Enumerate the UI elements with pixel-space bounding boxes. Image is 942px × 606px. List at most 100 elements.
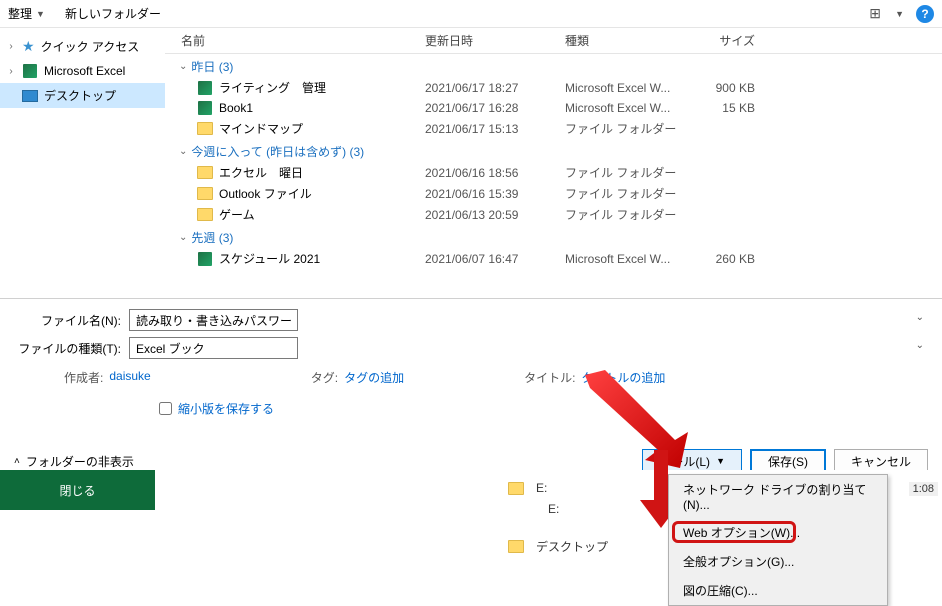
filename-label: ファイル名(N):: [14, 312, 129, 329]
organize-label: 整理: [8, 5, 32, 22]
help-icon[interactable]: ?: [916, 5, 934, 23]
menu-item-compress-pictures[interactable]: 図の圧縮(C)...: [669, 576, 887, 605]
close-panel[interactable]: 閉じる: [0, 470, 155, 510]
excel-icon: [197, 251, 213, 267]
folder-icon: [197, 186, 213, 202]
sidebar-item-excel[interactable]: › Microsoft Excel: [0, 59, 165, 83]
author-value[interactable]: daisuke: [109, 369, 150, 386]
chevron-down-icon: ▼: [716, 456, 725, 466]
excel-icon: [197, 80, 213, 96]
file-date: 2021/06/17 15:13: [425, 122, 565, 136]
file-name: ゲーム: [219, 206, 255, 223]
file-name: スケジュール 2021: [219, 250, 320, 267]
hide-folders-toggle[interactable]: ˄ フォルダーの非表示: [14, 453, 134, 470]
chevron-right-icon: ›: [6, 41, 16, 52]
thumbnail-checkbox-input[interactable]: [159, 402, 172, 415]
sidebar-item-quick-access[interactable]: › ★ クイック アクセス: [0, 34, 165, 59]
file-date: 2021/06/07 16:47: [425, 252, 565, 266]
file-group-header[interactable]: ⌄ 今週に入って (昨日は含めず) (3): [165, 139, 942, 162]
column-date[interactable]: 更新日時: [425, 32, 565, 49]
chevron-right-icon: ›: [6, 66, 16, 77]
new-folder-label: 新しいフォルダー: [65, 5, 161, 22]
chevron-down-icon: ▼: [36, 9, 45, 19]
tools-label: ツール(L): [659, 453, 710, 470]
file-type: ファイル フォルダー: [565, 206, 695, 223]
new-folder-button[interactable]: 新しいフォルダー: [65, 5, 161, 22]
group-label: 今週に入って (昨日は含めず) (3): [191, 143, 364, 160]
view-mode-icon[interactable]: [867, 6, 883, 22]
file-name: Book1: [219, 101, 253, 115]
file-row[interactable]: Book1 2021/06/17 16:28Microsoft Excel W..…: [165, 98, 942, 118]
menu-item-general-options[interactable]: 全般オプション(G)...: [669, 547, 887, 576]
file-size: 260 KB: [695, 252, 775, 266]
column-headers[interactable]: 名前 更新日時 種類 サイズ: [165, 28, 942, 54]
column-name[interactable]: 名前: [165, 32, 425, 49]
tools-menu: ネットワーク ドライブの割り当て(N)... Web オプション(W)... 全…: [668, 474, 888, 606]
column-size[interactable]: サイズ: [695, 32, 775, 49]
drive-label: E:: [536, 481, 547, 495]
thumbnail-label: 縮小版を保存する: [178, 400, 274, 417]
file-group-header[interactable]: ⌄ 先週 (3): [165, 225, 942, 248]
sidebar-item-label: Microsoft Excel: [44, 64, 125, 78]
file-size: 15 KB: [695, 101, 775, 115]
title-label: タイトル:: [524, 369, 575, 386]
tag-value[interactable]: タグの追加: [344, 369, 404, 386]
file-name: Outlook ファイル: [219, 185, 312, 202]
author-label: 作成者:: [64, 369, 103, 386]
folder-icon: [508, 539, 524, 555]
organize-button[interactable]: 整理 ▼: [8, 5, 45, 22]
file-size: 900 KB: [695, 81, 775, 95]
filetype-label: ファイルの種類(T):: [14, 340, 129, 357]
chevron-down-icon[interactable]: ▼: [895, 9, 904, 19]
chevron-down-icon: ⌄: [179, 146, 187, 157]
file-row[interactable]: マインドマップ2021/06/17 15:13ファイル フォルダー: [165, 118, 942, 139]
file-type: ファイル フォルダー: [565, 185, 695, 202]
menu-item-web-options[interactable]: Web オプション(W)...: [669, 518, 887, 547]
file-type: ファイル フォルダー: [565, 164, 695, 181]
file-name: マインドマップ: [219, 120, 303, 137]
filetype-select[interactable]: [129, 337, 298, 359]
file-name: ライティング 管理: [219, 79, 326, 96]
group-label: 昨日 (3): [191, 58, 233, 75]
sidebar: › ★ クイック アクセス › Microsoft Excel デスクトップ: [0, 28, 165, 298]
file-name: エクセル 曜日: [219, 164, 303, 181]
file-list[interactable]: 名前 更新日時 種類 サイズ ⌄昨日 (3)ライティング 管理2021/06/1…: [165, 28, 942, 298]
clock-time: 1:08: [909, 482, 938, 496]
dialog-toolbar: 整理 ▼ 新しいフォルダー ▼ ?: [0, 0, 942, 28]
file-type: Microsoft Excel W...: [565, 252, 695, 266]
drive-label: E:: [548, 502, 559, 516]
folder-icon: [197, 121, 213, 137]
excel-icon: [22, 63, 38, 79]
file-date: 2021/06/16 18:56: [425, 166, 565, 180]
column-type[interactable]: 種類: [565, 32, 695, 49]
chevron-down-icon[interactable]: ⌄: [916, 312, 924, 323]
chevron-down-icon: ⌄: [179, 61, 187, 72]
file-type: Microsoft Excel W...: [565, 101, 695, 115]
save-thumbnail-checkbox[interactable]: 縮小版を保存する: [159, 400, 928, 417]
group-label: 先週 (3): [191, 229, 233, 246]
file-row[interactable]: スケジュール 2021 2021/06/07 16:47Microsoft Exc…: [165, 248, 942, 269]
folder-icon: [197, 207, 213, 223]
chevron-up-icon: ˄: [14, 456, 20, 467]
hide-folders-label: フォルダーの非表示: [26, 453, 134, 470]
menu-item-network-drive[interactable]: ネットワーク ドライブの割り当て(N)...: [669, 475, 887, 518]
file-group-header[interactable]: ⌄ 昨日 (3): [165, 54, 942, 77]
tag-label: タグ:: [311, 369, 338, 386]
quick-access-icon: ★: [22, 38, 35, 55]
chevron-down-icon: ⌄: [179, 232, 187, 243]
file-row[interactable]: エクセル 曜日 2021/06/16 18:56ファイル フォルダー: [165, 162, 942, 183]
filename-input[interactable]: [129, 309, 298, 331]
chevron-down-icon[interactable]: ⌄: [916, 340, 924, 351]
folder-icon: [197, 165, 213, 181]
sidebar-item-desktop[interactable]: デスクトップ: [0, 83, 165, 108]
save-fields: ファイル名(N): ⌄ ファイルの種類(T): ⌄ 作成者: daisuke タグ…: [0, 298, 942, 441]
title-value[interactable]: タイトルの追加: [581, 369, 665, 386]
file-type: Microsoft Excel W...: [565, 81, 695, 95]
file-date: 2021/06/17 16:28: [425, 101, 565, 115]
main-pane: › ★ クイック アクセス › Microsoft Excel デスクトップ 名…: [0, 28, 942, 298]
file-row[interactable]: ライティング 管理2021/06/17 18:27Microsoft Excel…: [165, 77, 942, 98]
file-row[interactable]: Outlook ファイル2021/06/16 15:39ファイル フォルダー: [165, 183, 942, 204]
file-row[interactable]: ゲーム 2021/06/13 20:59ファイル フォルダー: [165, 204, 942, 225]
drive-icon: [508, 480, 524, 496]
file-date: 2021/06/13 20:59: [425, 208, 565, 222]
